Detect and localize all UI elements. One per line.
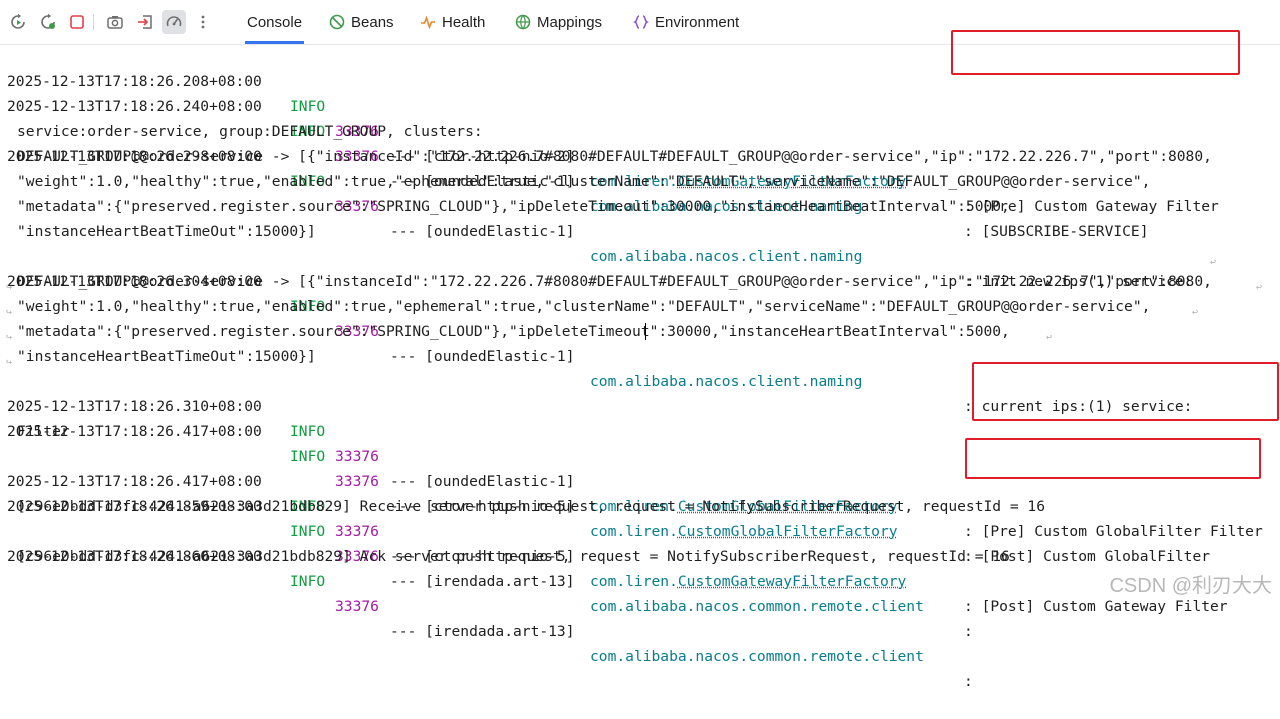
tab-environment-label: Environment xyxy=(655,13,740,31)
log-level: INFO xyxy=(290,448,326,465)
log-logger[interactable]: com.alibaba.nacos.common.remote.client xyxy=(590,644,924,669)
log-line: 2025-12-13T17:18:26.417+08:00 INFO 33376… xyxy=(0,444,1228,615)
screenshot-icon[interactable] xyxy=(103,10,127,34)
log-logger[interactable]: com.liren.CustomGlobalFilterFactory xyxy=(590,519,898,544)
tab-environment[interactable]: Environment xyxy=(633,0,739,44)
highlight-box-pre-gateway xyxy=(951,30,1240,75)
beans-icon xyxy=(329,14,345,30)
stop-icon[interactable] xyxy=(65,10,89,34)
exit-icon[interactable] xyxy=(133,10,157,34)
watermark: CSDN @利刃大大 xyxy=(1109,575,1272,597)
tab-health[interactable]: Health xyxy=(420,0,485,44)
log-level: INFO xyxy=(290,423,326,440)
log-level: INFO xyxy=(290,573,326,590)
log-thread: --- [irendada.art-13] xyxy=(390,623,575,640)
console-output[interactable]: 2025-12-13T17:18:26.208+08:00 INFO 33376… xyxy=(0,44,1280,690)
soft-wrap-icon: ↩ xyxy=(1046,332,1053,343)
log-line: 2025-12-13T17:18:26.298+08:00 INFO 33376… xyxy=(0,119,1192,290)
log-logger[interactable]: com.alibaba.nacos.client.naming xyxy=(590,244,862,269)
log-logger[interactable]: com.alibaba.nacos.common.remote.client xyxy=(590,594,924,619)
health-icon xyxy=(420,14,436,30)
log-message: : xyxy=(964,623,973,640)
rerun-failed-icon[interactable] xyxy=(36,10,60,34)
soft-wrap-icon: ↪ xyxy=(6,357,13,368)
log-message: : [SUBSCRIBE-SERVICE] xyxy=(964,223,1149,240)
soft-wrap-icon: ↪ xyxy=(6,282,13,293)
soft-wrap-icon: ↪ xyxy=(6,332,13,343)
log-timestamp: 2025-12-13T17:18:26.208+08:00 xyxy=(7,73,262,90)
tab-mappings-label: Mappings xyxy=(537,13,603,31)
tab-mappings[interactable]: Mappings xyxy=(515,0,602,44)
log-message: : [Pre] Custom GlobalFilter Filter xyxy=(964,523,1263,540)
log-pid: 33376 xyxy=(335,473,379,490)
soft-wrap-icon: ↩ xyxy=(1210,257,1217,268)
tab-beans[interactable]: Beans xyxy=(329,0,394,44)
environment-icon xyxy=(633,14,649,30)
tab-console-label: Console xyxy=(247,13,303,31)
log-message: : xyxy=(964,673,973,690)
log-pid: 33376 xyxy=(335,448,379,465)
log-line: 2025-12-13T17:18:26.417+08:00 INFO 33376… xyxy=(0,394,1210,565)
log-logger[interactable]: com.liren.CustomGatewayFilterFactory xyxy=(590,569,906,594)
log-level: INFO xyxy=(290,98,326,115)
text-caret xyxy=(645,323,646,340)
log-timestamp: 2025-12-13T17:18:26.417+08:00 xyxy=(7,473,262,490)
rerun-icon[interactable] xyxy=(6,10,30,34)
mappings-icon xyxy=(515,14,531,30)
log-thread: --- [oundedElastic-1] xyxy=(390,348,575,365)
log-line: 2025-12-13T17:18:26.240+08:00 INFO 33376… xyxy=(0,69,1149,240)
toolbar-separator xyxy=(93,14,94,30)
highlight-box-global-filter xyxy=(972,362,1279,421)
log-continuation: service:order-service, group:DEFAULT_GRO… xyxy=(17,123,483,140)
tab-health-label: Health xyxy=(442,13,486,31)
more-icon[interactable] xyxy=(191,10,215,34)
log-line: 2025-12-13T17:18:26.310+08:00 INFO 33376… xyxy=(0,369,1263,540)
log-thread: --- [oundedElastic-1] xyxy=(390,223,575,240)
highlight-box-post-gateway xyxy=(965,438,1261,479)
tab-beans-label: Beans xyxy=(351,13,394,31)
soft-wrap-icon: ↩ xyxy=(1192,307,1199,318)
log-line: 2025-12-13T17:18:26.208+08:00 INFO 33376… xyxy=(0,44,1219,215)
log-thread: --- [irendada.art-13] xyxy=(390,573,575,590)
log-level: INFO xyxy=(290,523,326,540)
log-timestamp: 2025-12-13T17:18:26.240+08:00 xyxy=(7,98,262,115)
soft-wrap-icon: ↪ xyxy=(6,307,13,318)
log-pid: 33376 xyxy=(335,598,379,615)
log-timestamp: 2025-12-13T17:18:26.310+08:00 xyxy=(7,398,262,415)
log-line: 2025-12-13T17:18:26.304+08:00 INFO 33376… xyxy=(0,244,1192,415)
log-line: 2025-12-13T17:18:26.859+08:00 INFO 33376… xyxy=(0,469,973,640)
performance-icon[interactable] xyxy=(162,10,186,34)
log-pid: 33376 xyxy=(335,523,379,540)
log-thread: --- [oundedElastic-1] xyxy=(390,473,575,490)
log-logger[interactable]: com.alibaba.nacos.client.naming xyxy=(590,369,862,394)
soft-wrap-icon: ↩ xyxy=(1256,282,1263,293)
tab-console[interactable]: Console xyxy=(244,0,305,44)
log-line: 2025-12-13T17:18:26.860+08:00 INFO 33376… xyxy=(0,519,973,690)
